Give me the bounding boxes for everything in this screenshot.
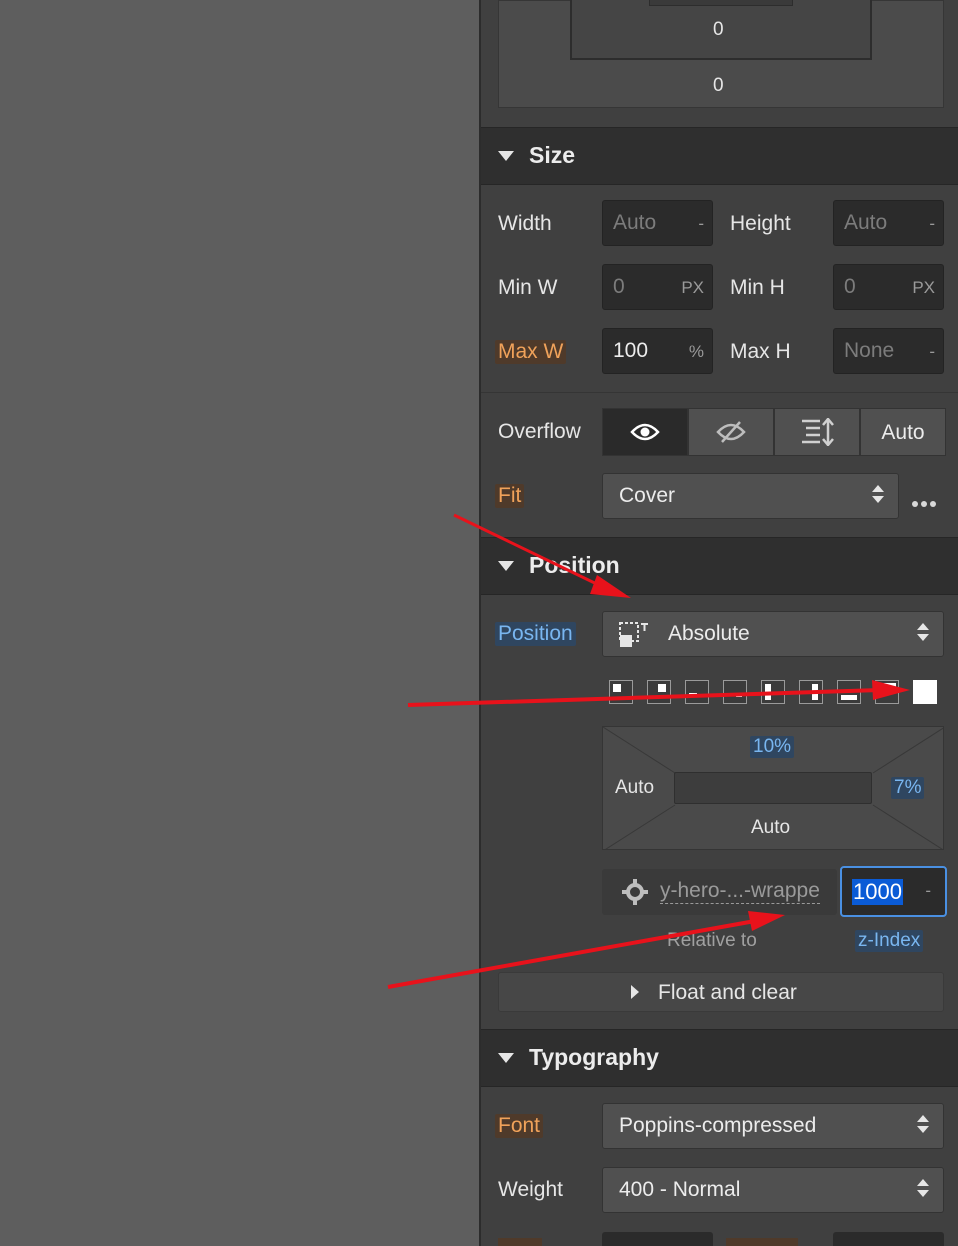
- size-section-header[interactable]: Size: [481, 127, 958, 185]
- content-box: [649, 0, 793, 6]
- collapse-caret-icon: [498, 561, 514, 571]
- eye-off-icon: [716, 421, 746, 443]
- min-width-input[interactable]: 0 PX: [602, 264, 713, 310]
- fit-value: Cover: [619, 484, 676, 507]
- bottom-offset-value[interactable]: Auto: [751, 817, 790, 839]
- z-index-unit[interactable]: -: [925, 881, 931, 901]
- width-input[interactable]: Auto -: [602, 200, 713, 246]
- section-title: Typography: [529, 1044, 659, 1070]
- relative-to-value: y-hero-...-wrappe: [660, 879, 820, 904]
- select-arrows-icon: [917, 1179, 929, 1201]
- max-width-unit[interactable]: %: [689, 342, 704, 362]
- weight-label: Weight: [498, 1178, 563, 1201]
- overflow-visible-button[interactable]: [602, 408, 688, 456]
- z-index-value: 1000: [852, 879, 903, 905]
- collapse-caret-icon: [498, 151, 514, 161]
- left-offset-value[interactable]: Auto: [615, 777, 654, 799]
- overflow-scroll-button[interactable]: [774, 408, 860, 456]
- position-label: Position: [495, 622, 576, 646]
- select-arrows-icon: [872, 485, 884, 507]
- select-arrows-icon: [917, 1115, 929, 1137]
- max-width-input[interactable]: 100 %: [602, 328, 713, 374]
- style-panel: 0 0 Size Width Auto - Height Auto - Min …: [479, 0, 958, 1246]
- relative-to-label: Relative to: [667, 930, 757, 951]
- position-value: Absolute: [668, 622, 750, 645]
- min-height-value: 0: [844, 275, 856, 298]
- preset-full-button[interactable]: [913, 680, 937, 704]
- height-value: Auto: [844, 211, 888, 234]
- offset-element-box: [674, 772, 872, 804]
- fit-label: Fit: [495, 484, 525, 508]
- min-height-label: Min H: [730, 276, 785, 299]
- preset-top-button[interactable]: [875, 680, 899, 704]
- typography-section-header[interactable]: Typography: [481, 1029, 958, 1087]
- preset-top-right-button[interactable]: [647, 680, 671, 704]
- next-row-label-2: [726, 1238, 798, 1246]
- expand-caret-icon: [631, 985, 639, 999]
- max-height-input[interactable]: None -: [833, 328, 944, 374]
- preset-bottom-left-button[interactable]: [685, 680, 709, 704]
- more-options-icon[interactable]: [912, 494, 939, 512]
- width-unit[interactable]: -: [698, 214, 704, 234]
- top-offset-value[interactable]: 10%: [750, 736, 795, 758]
- preset-bottom-button[interactable]: [837, 680, 861, 704]
- overflow-hidden-button[interactable]: [688, 408, 774, 456]
- overflow-label: Overflow: [498, 420, 581, 443]
- absolute-position-icon: [619, 622, 648, 647]
- max-height-label: Max H: [730, 340, 791, 363]
- z-index-input[interactable]: 1000 -: [840, 866, 947, 917]
- relative-to-field[interactable]: y-hero-...-wrappe: [602, 869, 837, 915]
- section-title: Size: [529, 142, 576, 168]
- select-arrows-icon: [917, 623, 929, 645]
- gear-icon: [622, 879, 648, 905]
- min-height-input[interactable]: 0 PX: [833, 264, 944, 310]
- min-width-value: 0: [613, 275, 625, 298]
- preset-bottom-right-button[interactable]: [723, 680, 747, 704]
- position-section-header[interactable]: Position: [481, 537, 958, 595]
- min-height-unit[interactable]: PX: [912, 278, 935, 298]
- max-width-value: 100: [613, 339, 649, 362]
- max-height-value: None: [844, 339, 895, 362]
- fit-select[interactable]: Cover: [602, 473, 899, 519]
- eye-icon: [630, 423, 660, 441]
- max-height-unit[interactable]: -: [929, 342, 935, 362]
- weight-value: 400 - Normal: [619, 1178, 741, 1201]
- font-value: Poppins-compressed: [619, 1114, 817, 1137]
- float-and-clear-toggle[interactable]: Float and clear: [498, 972, 944, 1012]
- next-row-field-1[interactable]: [602, 1232, 713, 1246]
- position-select[interactable]: Absolute: [602, 611, 944, 657]
- preset-right-button[interactable]: [799, 680, 823, 704]
- weight-select[interactable]: 400 - Normal: [602, 1167, 944, 1213]
- font-select[interactable]: Poppins-compressed: [602, 1103, 944, 1149]
- divider: [481, 392, 958, 393]
- overflow-auto-button[interactable]: Auto: [860, 408, 946, 456]
- font-label: Font: [495, 1114, 544, 1138]
- design-canvas[interactable]: [0, 0, 479, 1246]
- height-label: Height: [730, 212, 791, 235]
- float-and-clear-label: Float and clear: [658, 981, 797, 1004]
- min-width-unit[interactable]: PX: [681, 278, 704, 298]
- preset-left-button[interactable]: [761, 680, 785, 704]
- padding-bottom-value[interactable]: 0: [713, 19, 724, 41]
- section-title: Position: [529, 552, 620, 578]
- z-index-label: z-Index: [855, 930, 924, 952]
- next-row-field-2[interactable]: [833, 1232, 944, 1246]
- collapse-caret-icon: [498, 1053, 514, 1063]
- overflow-auto-label: Auto: [881, 421, 925, 444]
- right-offset-value[interactable]: 7%: [891, 777, 925, 799]
- next-row-label: [498, 1238, 542, 1246]
- min-width-label: Min W: [498, 276, 558, 299]
- margin-bottom-value[interactable]: 0: [713, 75, 724, 97]
- max-width-label: Max W: [495, 340, 567, 364]
- preset-top-left-button[interactable]: [609, 680, 633, 704]
- width-value: Auto: [613, 211, 657, 234]
- height-input[interactable]: Auto -: [833, 200, 944, 246]
- height-unit[interactable]: -: [929, 214, 935, 234]
- width-label: Width: [498, 212, 552, 235]
- scroll-icon: [802, 418, 834, 446]
